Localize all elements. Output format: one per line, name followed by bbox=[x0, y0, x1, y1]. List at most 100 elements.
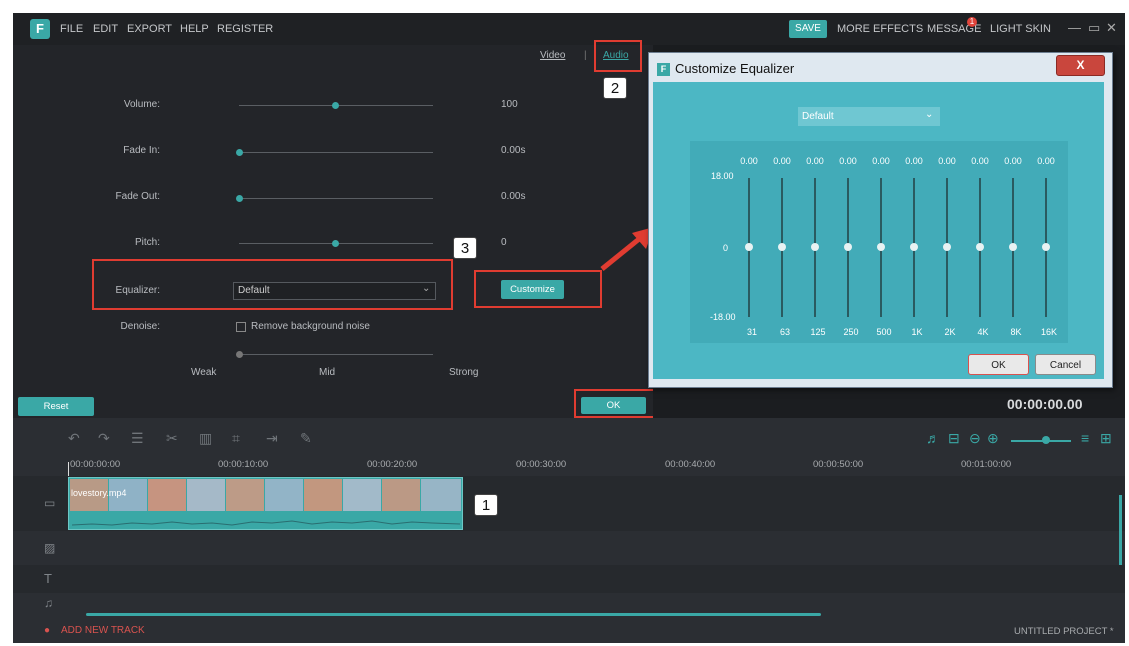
clip-title: lovestory.mp4 bbox=[71, 488, 127, 498]
denoise-strong-label: Strong bbox=[449, 367, 479, 378]
chevron-down-icon: ⌄ bbox=[422, 283, 431, 294]
eq-preset-select[interactable]: Default bbox=[798, 107, 940, 126]
timeline-vertical-scrollbar[interactable] bbox=[1119, 495, 1122, 565]
eq-band-frequency: 500 bbox=[876, 327, 892, 337]
menu-export[interactable]: EXPORT bbox=[127, 23, 172, 35]
eq-min-label: -18.00 bbox=[710, 312, 736, 322]
eq-band-handle[interactable] bbox=[1042, 243, 1050, 251]
reset-button[interactable]: Reset bbox=[18, 397, 94, 416]
menu-edit[interactable]: EDIT bbox=[93, 23, 118, 35]
preview-timecode: 00:00:00.00 bbox=[1007, 396, 1083, 412]
menu-register[interactable]: REGISTER bbox=[217, 23, 273, 35]
eq-max-label: 18.00 bbox=[711, 171, 734, 181]
eq-band-handle[interactable] bbox=[910, 243, 918, 251]
equalizer-label: Equalizer: bbox=[115, 285, 160, 296]
undo-icon[interactable]: ↶ bbox=[68, 430, 80, 447]
eq-band-frequency: 16K bbox=[1040, 327, 1057, 337]
zoom-out-icon[interactable]: ⊖ bbox=[969, 430, 981, 447]
ruler-label: 00:01:00:00 bbox=[961, 459, 1012, 470]
dialog-close-button[interactable]: X bbox=[1056, 55, 1105, 76]
denoise-slider[interactable] bbox=[239, 354, 433, 355]
minimize-icon[interactable]: — bbox=[1068, 20, 1081, 35]
tab-video[interactable]: Video bbox=[540, 50, 565, 61]
eq-band-handle[interactable] bbox=[1009, 243, 1017, 251]
light-skin-link[interactable]: LIGHT SKIN bbox=[990, 23, 1051, 35]
timeline-horizontal-scrollbar[interactable] bbox=[86, 613, 821, 616]
pitch-slider-handle[interactable] bbox=[332, 240, 339, 247]
text-track-icon: T bbox=[44, 571, 52, 586]
ok-button[interactable]: OK bbox=[581, 397, 646, 414]
customize-button[interactable]: Customize bbox=[501, 280, 564, 299]
eq-band-handle[interactable] bbox=[976, 243, 984, 251]
eq-zero-label: 0 bbox=[723, 243, 729, 253]
clip-thumbnail bbox=[187, 479, 225, 511]
adjust-icon[interactable]: ☰ bbox=[131, 430, 144, 447]
eq-band-frequency: 125 bbox=[810, 327, 826, 337]
image-track-icon: ▨ bbox=[44, 541, 56, 555]
app-logo: F bbox=[30, 19, 50, 39]
fade-in-slider[interactable] bbox=[239, 152, 433, 153]
eq-band-frequency: 31 bbox=[746, 327, 757, 337]
menu-file[interactable]: FILE bbox=[60, 23, 83, 35]
zoom-slider-handle[interactable] bbox=[1042, 436, 1050, 444]
eq-band-handle[interactable] bbox=[943, 243, 951, 251]
ruler-label: 00:00:40:00 bbox=[665, 459, 716, 470]
fade-in-slider-handle[interactable] bbox=[236, 149, 243, 156]
eq-band-handle[interactable] bbox=[877, 243, 885, 251]
save-button[interactable]: SAVE bbox=[789, 20, 827, 38]
clip-thumbnail bbox=[421, 479, 461, 511]
denoise-label: Denoise: bbox=[120, 321, 160, 332]
eq-band-handle[interactable] bbox=[778, 243, 786, 251]
volume-slider-handle[interactable] bbox=[332, 102, 339, 109]
fade-out-slider-handle[interactable] bbox=[236, 195, 243, 202]
redo-icon[interactable]: ↷ bbox=[98, 430, 110, 447]
dialog-cancel-button[interactable]: Cancel bbox=[1035, 354, 1096, 375]
text-track bbox=[13, 565, 1125, 593]
eq-band-frequency: 4K bbox=[977, 327, 989, 337]
dialog-app-icon: F bbox=[657, 63, 670, 76]
audio-waveform bbox=[72, 520, 460, 526]
delete-icon[interactable]: ▥ bbox=[199, 430, 212, 447]
dialog-ok-button[interactable]: OK bbox=[968, 354, 1029, 375]
grid-view-icon[interactable]: ⊞ bbox=[1100, 430, 1112, 447]
marker-icon[interactable]: ✎ bbox=[300, 430, 312, 447]
menu-help[interactable]: HELP bbox=[180, 23, 209, 35]
fade-out-value: 0.00s bbox=[501, 191, 526, 202]
zoom-slider[interactable] bbox=[1011, 440, 1071, 442]
eq-band-handle[interactable] bbox=[844, 243, 852, 251]
clip-thumbnail bbox=[304, 479, 342, 511]
eq-band-frequency: 63 bbox=[779, 327, 790, 337]
close-icon[interactable]: ✕ bbox=[1106, 20, 1117, 36]
add-new-track-link[interactable]: ADD NEW TRACK bbox=[61, 625, 145, 636]
eq-band-frequency: 250 bbox=[843, 327, 859, 337]
clip-thumbnail bbox=[343, 479, 381, 511]
chevron-down-icon: ⌄ bbox=[925, 109, 934, 120]
volume-value: 100 bbox=[501, 99, 518, 110]
remove-noise-checkbox[interactable] bbox=[236, 322, 246, 332]
eq-band-frequency: 8K bbox=[1010, 327, 1022, 337]
denoise-slider-handle[interactable] bbox=[236, 351, 243, 358]
more-effects-link[interactable]: MORE EFFECTS bbox=[837, 23, 923, 35]
eq-band-value: 0.00 bbox=[1037, 156, 1055, 166]
zoom-in-icon[interactable]: ⊕ bbox=[987, 430, 999, 447]
fade-out-slider[interactable] bbox=[239, 198, 433, 199]
callout-number-1: 1 bbox=[474, 494, 498, 516]
fit-icon[interactable]: ⊟ bbox=[948, 430, 960, 447]
callout-number-2: 2 bbox=[603, 77, 627, 99]
ruler-label: 00:00:20:00 bbox=[367, 459, 418, 470]
cut-icon[interactable]: ✂ bbox=[166, 430, 178, 447]
eq-band-handle[interactable] bbox=[745, 243, 753, 251]
list-view-icon[interactable]: ≡ bbox=[1081, 430, 1089, 446]
add-track-icon[interactable]: ● bbox=[44, 625, 50, 636]
audio-mixer-icon[interactable]: ♬ bbox=[926, 430, 940, 446]
detach-icon[interactable]: ⇥ bbox=[266, 430, 278, 447]
equalizer-select[interactable]: Default bbox=[233, 282, 436, 300]
eq-band-frequency: 2K bbox=[944, 327, 956, 337]
music-track-icon: ♫ bbox=[44, 596, 53, 610]
eq-band-handle[interactable] bbox=[811, 243, 819, 251]
fade-in-value: 0.00s bbox=[501, 145, 526, 156]
eq-band-value: 0.00 bbox=[938, 156, 956, 166]
dialog-title: Customize Equalizer bbox=[675, 61, 795, 76]
maximize-icon[interactable]: ▭ bbox=[1088, 20, 1100, 36]
crop-icon[interactable]: ⌗ bbox=[232, 430, 240, 447]
